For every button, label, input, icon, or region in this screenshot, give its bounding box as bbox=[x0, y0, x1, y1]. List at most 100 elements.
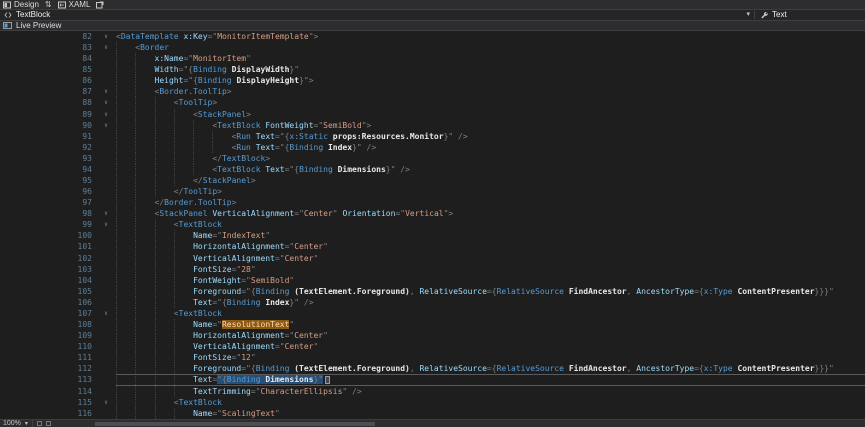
tab-xaml[interactable]: XAML bbox=[58, 0, 91, 9]
line-number[interactable]: 83 bbox=[0, 42, 96, 53]
swap-panes-icon[interactable]: ⇅ bbox=[45, 1, 52, 9]
code-line[interactable]: 99∨<TextBlock bbox=[0, 219, 865, 230]
line-number[interactable]: 107 bbox=[0, 308, 96, 319]
code-line[interactable]: 87∨<Border.ToolTip> bbox=[0, 86, 865, 97]
code-line[interactable]: 103FontSize="28" bbox=[0, 264, 865, 275]
code-line[interactable]: 105Foreground="{Binding (TextElement.For… bbox=[0, 286, 865, 297]
line-number[interactable]: 87 bbox=[0, 86, 96, 97]
horizontal-scrollbar[interactable] bbox=[55, 422, 862, 426]
code-line[interactable]: 86Height="{Binding DisplayHeight}"> bbox=[0, 75, 865, 86]
code-line[interactable]: 93</TextBlock> bbox=[0, 153, 865, 164]
divider bbox=[32, 420, 33, 427]
code-line[interactable]: 113Text="{Binding Dimensions}" bbox=[0, 374, 865, 385]
line-number[interactable]: 103 bbox=[0, 264, 96, 275]
line-number[interactable]: 108 bbox=[0, 319, 96, 330]
code-line[interactable]: 114TextTrimming="CharacterEllipsis" /> bbox=[0, 386, 865, 397]
fold-toggle-icon[interactable]: ∨ bbox=[96, 42, 116, 53]
line-number[interactable]: 96 bbox=[0, 186, 96, 197]
code-line[interactable]: 111 FontSize="12" bbox=[0, 352, 865, 363]
line-number[interactable]: 101 bbox=[0, 241, 96, 252]
code-line[interactable]: 100Name="IndexText" bbox=[0, 230, 865, 241]
fold-toggle-icon[interactable]: ∨ bbox=[96, 109, 116, 120]
split-view-icon[interactable] bbox=[37, 421, 42, 426]
line-number[interactable]: 99 bbox=[0, 219, 96, 230]
line-number[interactable]: 85 bbox=[0, 64, 96, 75]
fold-toggle-icon[interactable]: ∨ bbox=[96, 397, 116, 408]
line-number[interactable]: 100 bbox=[0, 230, 96, 241]
code-line[interactable]: 101HorizontalAlignment="Center" bbox=[0, 241, 865, 252]
code-line[interactable]: 91<Run Text="{x:Static props:Resources.M… bbox=[0, 131, 865, 142]
code-line[interactable]: 107∨<TextBlock bbox=[0, 308, 865, 319]
line-number[interactable]: 92 bbox=[0, 142, 96, 153]
line-number[interactable]: 115 bbox=[0, 397, 96, 408]
fold-spacer bbox=[96, 408, 116, 419]
fold-toggle-icon[interactable]: ∨ bbox=[96, 120, 116, 131]
chevron-down-icon[interactable]: ▾ bbox=[746, 10, 750, 20]
code-line[interactable]: 92<Run Text="{Binding Index}" /> bbox=[0, 142, 865, 153]
fold-toggle-icon[interactable]: ∨ bbox=[96, 208, 116, 219]
code-line[interactable]: 82∨<DataTemplate x:Key="MonitorItemTempl… bbox=[0, 31, 865, 42]
popout-window-icon[interactable] bbox=[96, 1, 104, 9]
fold-toggle-icon[interactable]: ∨ bbox=[96, 308, 116, 319]
code-text: <TextBlock bbox=[116, 308, 865, 319]
zoom-level[interactable]: 100% bbox=[3, 420, 21, 427]
line-number[interactable]: 109 bbox=[0, 330, 96, 341]
code-line[interactable]: 116Name="ScalingText" bbox=[0, 408, 865, 419]
code-line[interactable]: 83∨<Border bbox=[0, 42, 865, 53]
live-preview-label[interactable]: Live Preview bbox=[16, 21, 61, 30]
line-number[interactable]: 106 bbox=[0, 297, 96, 308]
tab-design[interactable]: Design bbox=[3, 0, 39, 9]
code-text: FontSize="12" bbox=[116, 352, 865, 363]
code-line[interactable]: 106Text="{Binding Index}" /> bbox=[0, 297, 865, 308]
property-combobox[interactable]: Text bbox=[755, 10, 865, 20]
line-number[interactable]: 82 bbox=[0, 31, 96, 42]
code-text: VerticalAlignment="Center" bbox=[116, 341, 865, 352]
element-combobox[interactable]: TextBlock ▾ bbox=[0, 10, 754, 20]
line-number[interactable]: 111 bbox=[0, 352, 96, 363]
fold-toggle-icon[interactable]: ∨ bbox=[96, 219, 116, 230]
code-line[interactable]: 84x:Name="MonitorItem" bbox=[0, 53, 865, 64]
code-line[interactable]: 85Width="{Binding DisplayWidth}" bbox=[0, 64, 865, 75]
line-number[interactable]: 91 bbox=[0, 131, 96, 142]
line-number[interactable]: 110 bbox=[0, 341, 96, 352]
fold-toggle-icon[interactable]: ∨ bbox=[96, 86, 116, 97]
code-line[interactable]: 88∨<ToolTip> bbox=[0, 97, 865, 108]
scrollbar-thumb[interactable] bbox=[95, 422, 375, 426]
line-number[interactable]: 84 bbox=[0, 53, 96, 64]
line-number[interactable]: 88 bbox=[0, 97, 96, 108]
code-line[interactable]: 108Name="ResolutionText" bbox=[0, 319, 865, 330]
word-wrap-icon[interactable] bbox=[46, 421, 51, 426]
line-number[interactable]: 98 bbox=[0, 208, 96, 219]
line-number[interactable]: 116 bbox=[0, 408, 96, 419]
line-number[interactable]: 114 bbox=[0, 386, 96, 397]
code-line[interactable]: 112Foreground="{Binding (TextElement.For… bbox=[0, 363, 865, 374]
line-number[interactable]: 93 bbox=[0, 153, 96, 164]
code-line[interactable]: 115∨<TextBlock bbox=[0, 397, 865, 408]
code-line[interactable]: 109HorizontalAlignment="Center" bbox=[0, 330, 865, 341]
line-number[interactable]: 94 bbox=[0, 164, 96, 175]
line-number[interactable]: 104 bbox=[0, 275, 96, 286]
code-line[interactable]: 95</StackPanel> bbox=[0, 175, 865, 186]
line-number[interactable]: 97 bbox=[0, 197, 96, 208]
line-number[interactable]: 86 bbox=[0, 75, 96, 86]
line-number[interactable]: 95 bbox=[0, 175, 96, 186]
line-number[interactable]: 102 bbox=[0, 253, 96, 264]
code-line[interactable]: 110 VerticalAlignment="Center" bbox=[0, 341, 865, 352]
line-number[interactable]: 105 bbox=[0, 286, 96, 297]
code-line[interactable]: 89∨<StackPanel> bbox=[0, 109, 865, 120]
code-line[interactable]: 94<TextBlock Text="{Binding Dimensions}"… bbox=[0, 164, 865, 175]
code-line[interactable]: 102VerticalAlignment="Center" bbox=[0, 253, 865, 264]
line-number[interactable]: 90 bbox=[0, 120, 96, 131]
zoom-dropdown-icon[interactable]: ▾ bbox=[25, 420, 28, 427]
fold-toggle-icon[interactable]: ∨ bbox=[96, 31, 116, 42]
fold-toggle-icon[interactable]: ∨ bbox=[96, 97, 116, 108]
code-line[interactable]: 90∨<TextBlock FontWeight="SemiBold"> bbox=[0, 120, 865, 131]
line-number[interactable]: 89 bbox=[0, 109, 96, 120]
code-line[interactable]: 98∨<StackPanel VerticalAlignment="Center… bbox=[0, 208, 865, 219]
line-number[interactable]: 113 bbox=[0, 374, 96, 385]
fold-spacer bbox=[96, 241, 116, 252]
code-line[interactable]: 97</Border.ToolTip> bbox=[0, 197, 865, 208]
line-number[interactable]: 112 bbox=[0, 363, 96, 374]
code-line[interactable]: 96</ToolTip> bbox=[0, 186, 865, 197]
code-line[interactable]: 104FontWeight="SemiBold" bbox=[0, 275, 865, 286]
